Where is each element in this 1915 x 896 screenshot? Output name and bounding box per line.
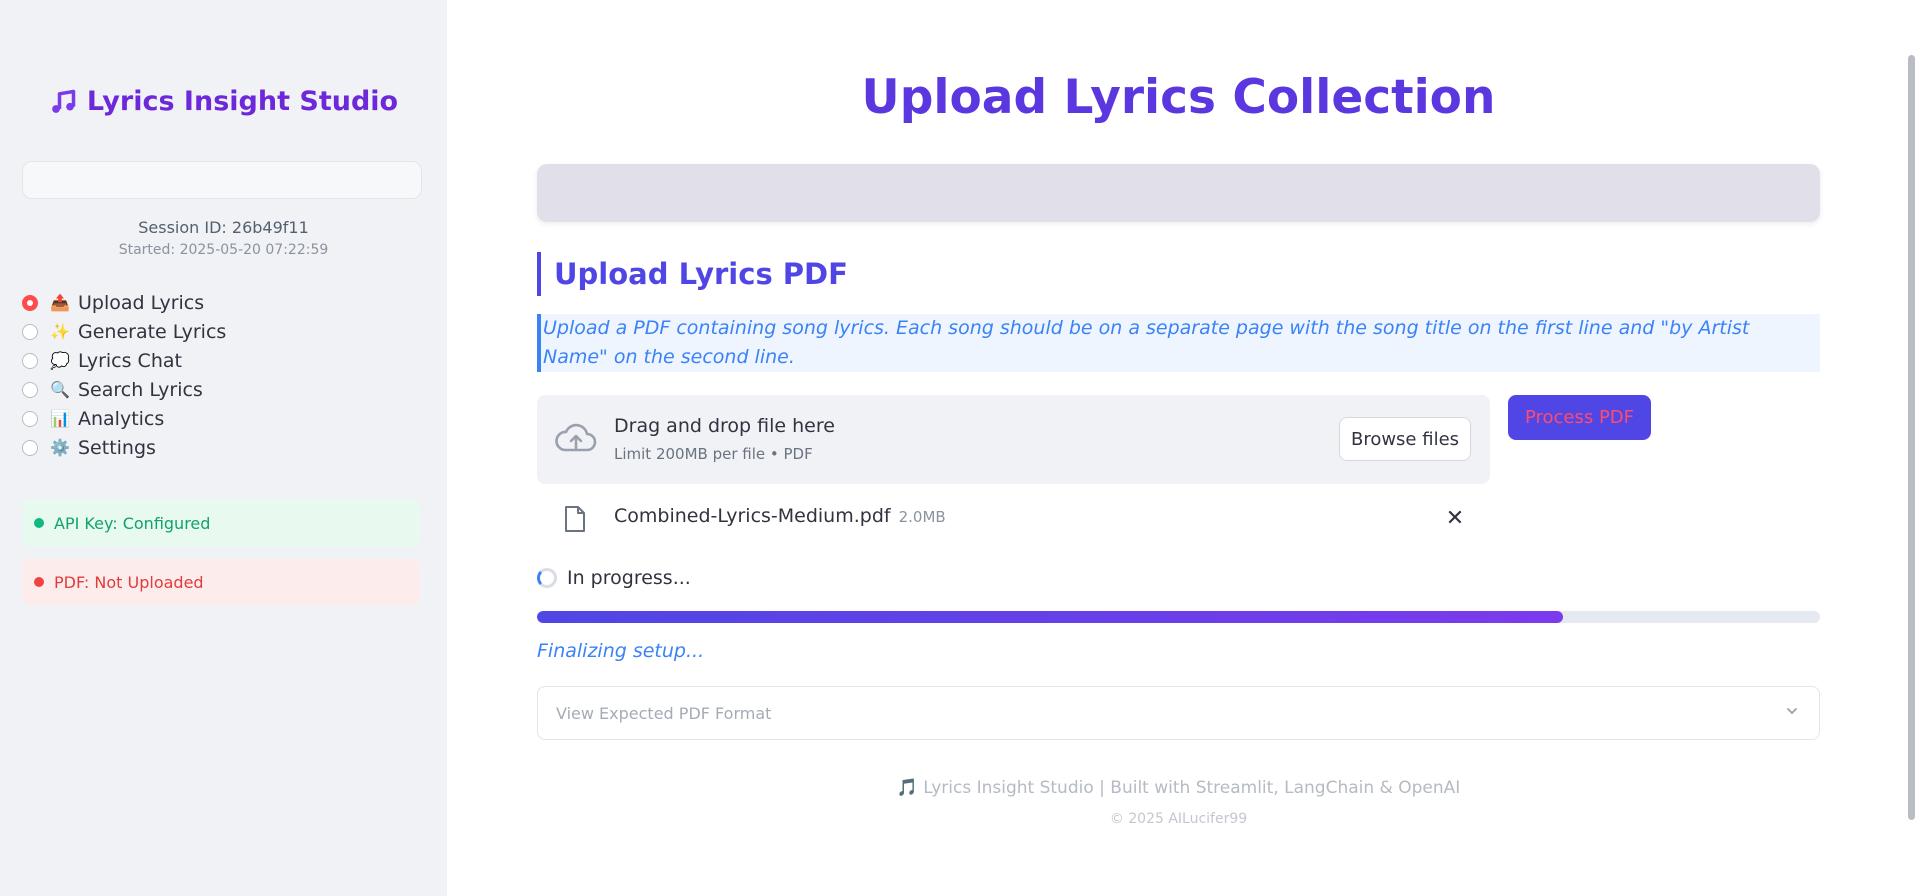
- nav-item-search-lyrics[interactable]: 🔍 Search Lyrics: [22, 375, 226, 404]
- nav-item-upload-lyrics[interactable]: 📤 Upload Lyrics: [22, 288, 226, 317]
- nav-label: Analytics: [78, 407, 165, 430]
- nav-radio-group: 📤 Upload Lyrics ✨ Generate Lyrics 💭 Lyri…: [22, 288, 226, 462]
- dropzone-limit: Limit 200MB per file • PDF: [614, 445, 813, 463]
- gear-icon: ⚙️: [50, 438, 70, 457]
- radio-icon[interactable]: [22, 352, 38, 369]
- file-name-text: Combined-Lyrics-Medium.pdf: [614, 505, 891, 527]
- status-dot-icon: [34, 518, 44, 528]
- app-title: Lyrics Insight Studio: [86, 86, 399, 117]
- pdf-status: PDF: Not Uploaded: [22, 559, 420, 605]
- file-size: 2.0MB: [898, 508, 946, 526]
- radio-selected-icon[interactable]: [22, 294, 38, 311]
- progress-text: In progress...: [567, 567, 691, 589]
- chevron-down-icon: [1787, 708, 1797, 714]
- page-scrollbar[interactable]: [1908, 55, 1915, 820]
- nav-item-generate-lyrics[interactable]: ✨ Generate Lyrics: [22, 317, 226, 346]
- file-icon: [565, 506, 585, 532]
- api-key-status: API Key: Configured: [22, 499, 420, 547]
- footer-copyright: © 2025 AILucifer99: [1109, 811, 1248, 827]
- progress-bar: [537, 611, 1820, 623]
- sparkles-icon: ✨: [50, 322, 70, 341]
- file-name: Combined-Lyrics-Medium.pdf 2.0MB: [614, 505, 946, 527]
- spinner-icon: [537, 568, 557, 588]
- radio-icon[interactable]: [22, 410, 38, 427]
- music-note-icon: [52, 89, 76, 113]
- nav-item-analytics[interactable]: 📊 Analytics: [22, 404, 226, 433]
- cloud-upload-icon: [555, 423, 597, 452]
- nav-item-settings[interactable]: ⚙️ Settings: [22, 433, 226, 462]
- session-started: Started: 2025-05-20 07:22:59: [118, 242, 329, 258]
- magnifier-icon: 🔍: [50, 380, 70, 399]
- pdf-format-expander[interactable]: View Expected PDF Format: [537, 686, 1820, 740]
- inbox-tray-icon: 📤: [50, 293, 70, 312]
- page-title: Upload Lyrics Collection: [861, 70, 1496, 125]
- nav-label: Upload Lyrics: [78, 291, 205, 314]
- section-title: Upload Lyrics PDF: [537, 252, 848, 296]
- file-dropzone[interactable]: Drag and drop file here Limit 200MB per …: [537, 395, 1490, 484]
- dropzone-title: Drag and drop file here: [614, 415, 835, 437]
- sidebar: Lyrics Insight Studio Session ID: 26b49f…: [0, 0, 447, 896]
- browse-files-button[interactable]: Browse files: [1339, 417, 1471, 461]
- close-icon[interactable]: ✕: [1444, 508, 1466, 530]
- radio-icon[interactable]: [22, 381, 38, 398]
- radio-icon[interactable]: [22, 439, 38, 456]
- process-pdf-button[interactable]: Process PDF: [1508, 395, 1651, 440]
- pdf-status-text: PDF: Not Uploaded: [54, 572, 204, 592]
- nav-label: Settings: [78, 436, 156, 459]
- uploaded-file-row: Combined-Lyrics-Medium.pdf 2.0MB ✕: [537, 500, 1490, 540]
- bar-chart-icon: 📊: [50, 409, 70, 428]
- progress-bar-fill: [537, 611, 1564, 623]
- nav-label: Generate Lyrics: [78, 320, 227, 343]
- info-callout: Upload a PDF containing song lyrics. Eac…: [537, 314, 1820, 372]
- api-key-status-text: API Key: Configured: [54, 513, 211, 533]
- radio-icon[interactable]: [22, 323, 38, 340]
- sidebar-empty-box: [22, 161, 422, 199]
- footer-credits: 🎵 Lyrics Insight Studio | Built with Str…: [896, 778, 1461, 798]
- nav-item-lyrics-chat[interactable]: 💭 Lyrics Chat: [22, 346, 226, 375]
- banner-placeholder: [537, 164, 1820, 222]
- app-brand: Lyrics Insight Studio: [0, 86, 447, 117]
- session-id: Session ID: 26b49f11: [138, 218, 309, 237]
- nav-label: Search Lyrics: [78, 378, 203, 401]
- finalizing-text: Finalizing setup...: [537, 640, 705, 662]
- expander-label: View Expected PDF Format: [556, 704, 772, 723]
- status-dot-icon: [34, 577, 44, 587]
- progress-status: In progress...: [537, 567, 691, 589]
- thought-bubble-icon: 💭: [50, 351, 70, 370]
- nav-label: Lyrics Chat: [78, 349, 182, 372]
